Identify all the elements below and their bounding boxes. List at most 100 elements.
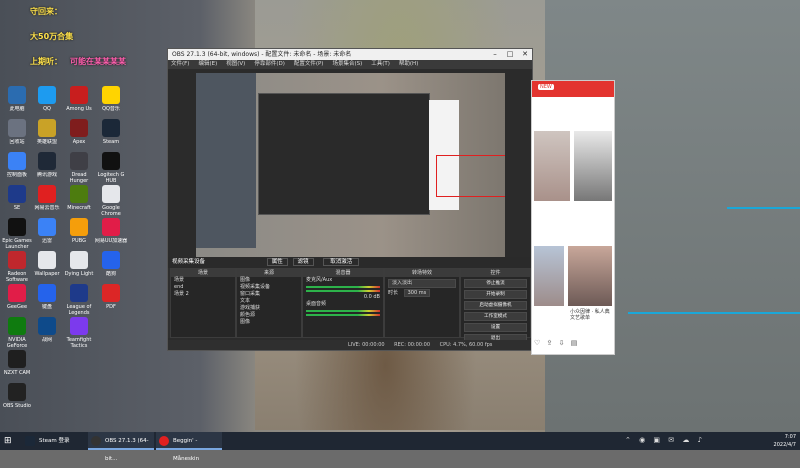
desktop-icon[interactable]: PUBG [62,218,96,250]
menu-item[interactable]: 停靠部件(D) [254,61,285,67]
desktop-icon[interactable]: 控制面板 [0,152,34,184]
desktop-icon[interactable]: OBS Studio [0,383,34,415]
duration-input[interactable]: 300 ms [403,289,431,297]
desktop-icon-label: 键盘 [41,304,52,310]
desktop-icon-label: Apex [72,139,86,145]
album-cover[interactable] [568,246,612,306]
desktop-icon[interactable]: NVIDIA GeForce Experience [0,317,34,349]
obs-titlebar[interactable]: OBS 27.1.3 (64-bit, windows) - 配置文件: 未命名… [168,49,532,60]
menu-item[interactable]: 工具(T) [371,61,390,67]
taskbar-item-obs[interactable]: OBS 27.1.3 (64-bit... [88,432,154,462]
obs-statusbar: LIVE: 00:00:00 REC: 00:00:00 CPU: 4.7%, … [168,340,532,350]
desktop-icon[interactable]: QQ音乐 [94,86,128,118]
wallpaper-line [628,312,800,314]
scene-item[interactable]: 场景 2 [171,291,235,298]
maximize-icon[interactable]: □ [503,49,517,60]
download-icon[interactable]: ⇩ [559,339,565,347]
desktop-icon[interactable]: SE [0,185,34,217]
minimize-icon[interactable]: – [488,49,502,60]
source-item[interactable]: 文本 [237,298,301,305]
desktop-icon[interactable]: 酷狗 [94,251,128,283]
desktop-icon[interactable]: League of Legends [62,284,96,316]
menu-item[interactable]: 视图(V) [226,61,245,67]
desktop-icon[interactable]: 键盘 [30,284,64,316]
menu-item[interactable]: 文件(F) [171,61,189,67]
desktop-icon-label: 腾讯游戏 [36,172,57,178]
system-clock[interactable]: 7:07 2022/4/7 [774,432,796,451]
desktop-icon[interactable]: Epic Games Launcher [0,218,34,250]
menu-item[interactable]: 帮助(H) [399,61,418,67]
control-button[interactable]: 开始录制 [464,289,527,299]
desktop-icon[interactable]: 网易UU加速器 [94,218,128,250]
obs-window: OBS 27.1.3 (64-bit, windows) - 配置文件: 未命名… [167,48,533,351]
start-button[interactable]: ⊞ [4,436,14,446]
desktop-banner: 守回来： [30,7,62,16]
app-icon [102,86,120,104]
app-icon [8,119,26,137]
source-item[interactable]: 图像 [237,277,301,284]
desktop-icon[interactable]: GeeGee [0,284,34,316]
app-icon [8,317,26,335]
source-item[interactable]: 窗口采集 [237,291,301,298]
desktop-icon[interactable]: 腾讯游戏 [30,152,64,184]
desktop-icon[interactable]: QQ [30,86,64,118]
desktop-icon[interactable]: 回收站 [0,119,34,151]
desktop-icon[interactable]: 战网 [30,317,64,349]
desktop-icon[interactable]: Among Us [62,86,96,118]
control-button[interactable]: 设置 [464,322,527,332]
taskbar: ⊞ Steam 登录 OBS 27.1.3 (64-bit... Beggin'… [0,432,800,462]
source-item[interactable]: 图像 [237,319,301,326]
desktop-icon[interactable]: Wallpaper [30,251,64,283]
comment-icon[interactable]: ▤ [571,339,578,347]
desktop-icon[interactable]: NZXT CAM [0,350,34,382]
desktop-icon[interactable]: PDF [94,284,128,316]
desktop-icon[interactable]: Minecraft [62,185,96,217]
desktop-icon[interactable]: 迅雷 [30,218,64,250]
control-button[interactable]: 停止推流 [464,278,527,288]
close-icon[interactable]: ✕ [518,49,532,60]
desktop-icon[interactable]: Radeon Software [0,251,34,283]
menu-item[interactable]: 配置文件(P) [294,61,324,67]
desktop-icon[interactable]: Steam [94,119,128,151]
scene-item[interactable]: 场景 [171,277,235,284]
like-icon[interactable]: ♡ [534,339,540,347]
transition-select[interactable]: 淡入淡出 [388,279,456,288]
deactivate-button[interactable]: 取消激活 [323,258,360,266]
obs-docks: 场景 场景 end 场景 2 来源 图像 视频采集设备 窗口采集 文本 游戏捕获 颜色源图… [168,268,532,343]
source-item[interactable]: 颜色源 [237,312,301,319]
desktop-icon[interactable]: Teamfight Tactics [62,317,96,349]
music-controls: ♡ ⇪ ⇩ ▤ [534,339,612,349]
desktop-icon[interactable]: 此电脑 [0,86,34,118]
scene-item[interactable]: end [171,284,235,291]
control-button[interactable]: 工作室模式 [464,311,527,321]
control-button[interactable]: 启动虚拟摄像机 [464,300,527,310]
desktop-icon[interactable]: Dread Hunger [62,152,96,184]
desktop-icon-label: 控制面板 [6,172,27,178]
desktop-icon[interactable]: Google Chrome [94,185,128,217]
album-cover[interactable] [534,131,570,201]
share-icon[interactable]: ⇪ [547,339,553,347]
filters-button[interactable]: 滤镜 [292,258,314,266]
album-cover[interactable] [574,131,612,201]
desktop-icon-label: Dying Light [64,271,94,277]
source-item[interactable]: 视频采集设备 [237,284,301,291]
new-badge: NEW [538,84,554,90]
desktop-icon[interactable]: 网易云音乐 [30,185,64,217]
album-cover[interactable] [534,246,564,306]
desktop-icon-label: QQ音乐 [102,106,120,112]
menu-item[interactable]: 编辑(E) [198,61,217,67]
preview-selection-box[interactable] [436,155,505,197]
desktop-icon[interactable]: 英雄联盟 [30,119,64,151]
desktop-icon-label: Steam [102,139,120,145]
playlist-caption[interactable]: 小众因律 · 私人典 文艺歌单 [570,309,614,321]
properties-button[interactable]: 属性 [266,258,288,266]
source-item[interactable]: 游戏捕获 [237,305,301,312]
desktop-icon[interactable]: Apex [62,119,96,151]
menu-item[interactable]: 场景集合(S) [332,61,362,67]
tray-icons[interactable]: ⌃ ◉ ▣ ✉ ☁ ♪ [625,436,705,444]
obs-preview[interactable] [196,73,505,276]
desktop-icon[interactable]: Dying Light [62,251,96,283]
taskbar-item-music[interactable]: Beggin' - Måneskin [156,432,222,462]
desktop-icon[interactable]: Logitech G HUB [94,152,128,184]
app-icon [70,185,88,203]
